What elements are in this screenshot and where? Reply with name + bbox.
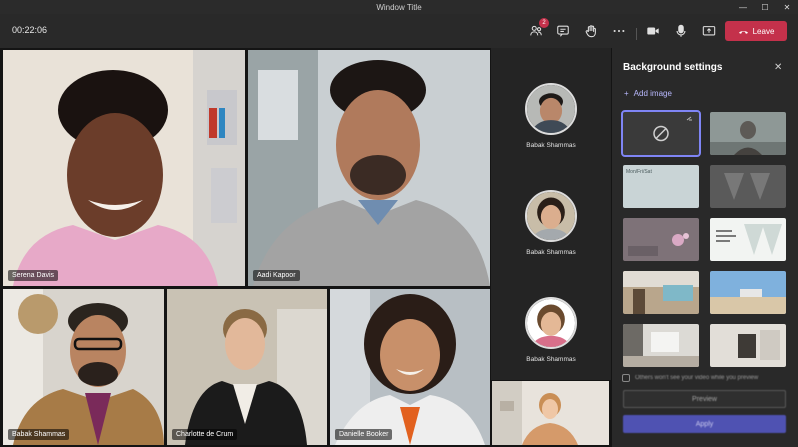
window-titlebar: Window Title — ☐ ✕ (0, 0, 798, 14)
video-tile-danielle[interactable]: Danielle Booker (330, 289, 490, 445)
more-actions-button[interactable] (608, 21, 630, 41)
video-tile-charlotte[interactable]: Charlotte de Crum (167, 289, 327, 445)
participant-video (3, 50, 245, 286)
blur-background-icon (710, 112, 786, 155)
add-image-button[interactable]: + Add image (624, 89, 672, 98)
add-image-label: Add image (633, 89, 672, 98)
avatar (525, 190, 577, 242)
close-window-button[interactable]: ✕ (776, 0, 798, 14)
background-option-blur[interactable] (710, 112, 786, 155)
participants-button[interactable]: 2 (525, 18, 549, 41)
share-icon (702, 26, 716, 36)
mirror-checkbox[interactable] (622, 374, 630, 382)
camera-icon (647, 27, 659, 35)
video-tile-aadi[interactable]: Aadi Kapoor (248, 50, 490, 286)
video-tile-serena[interactable]: Serena Davis (3, 50, 245, 286)
call-timer: 00:22:06 (12, 25, 48, 35)
roster-name: Babak Shammas (526, 249, 576, 256)
participant-video (3, 289, 164, 445)
window-title: Window Title (376, 2, 422, 12)
leave-button[interactable]: Leave (725, 21, 787, 41)
background-option-4[interactable] (710, 165, 786, 208)
roster-item[interactable]: Babak Shammas (491, 83, 611, 149)
no-background-icon (623, 112, 699, 155)
camera-button[interactable] (642, 21, 664, 41)
background-option-none[interactable] (621, 110, 701, 157)
chat-icon (557, 25, 569, 37)
thumbnail-label: Mon/Fri/Sat (626, 169, 652, 175)
meeting-toolbar: 00:22:06 2 Leave (0, 14, 798, 48)
mic-icon (676, 24, 686, 37)
more-icon (613, 29, 625, 33)
mirror-option-row: Others won't see your video while you pr… (622, 374, 790, 382)
minimize-button[interactable]: — (732, 0, 754, 14)
roster-name: Babak Shammas (526, 142, 576, 149)
avatar (525, 83, 577, 135)
participants-count-badge: 2 (539, 18, 549, 28)
video-tile-babak[interactable]: Babak Shammas (3, 289, 164, 445)
background-option-7[interactable] (623, 271, 699, 314)
roster-item[interactable]: Babak Shammas (491, 297, 611, 363)
avatar (525, 297, 577, 349)
leave-label: Leave (752, 26, 775, 36)
toolbar-divider (636, 28, 637, 40)
share-screen-button[interactable] (698, 21, 720, 41)
window-controls: — ☐ ✕ (732, 0, 798, 14)
phone-icon (738, 30, 748, 34)
roster-name: Babak Shammas (526, 356, 576, 363)
participant-name: Babak Shammas (8, 429, 70, 440)
background-option-6[interactable] (710, 218, 786, 261)
close-panel-button[interactable]: ✕ (774, 62, 782, 73)
participant-video (248, 50, 490, 286)
roster-item[interactable]: Babak Shammas (491, 190, 611, 256)
background-option-3[interactable]: Mon/Fri/Sat (623, 165, 699, 208)
maximize-button[interactable]: ☐ (754, 0, 776, 14)
raise-hand-button[interactable] (580, 21, 602, 41)
background-settings-panel: Background settings + Add image Mon/Fri/… (612, 48, 798, 447)
participant-roster: Babak Shammas Babak Shammas Babak Shamma… (491, 48, 611, 380)
self-view-video[interactable] (492, 381, 609, 445)
apply-button[interactable]: Apply (623, 415, 786, 433)
participant-video (167, 289, 327, 445)
plus-icon: + (624, 89, 629, 98)
microphone-button[interactable] (670, 21, 692, 41)
participant-video (330, 289, 490, 445)
participant-name: Charlotte de Crum (172, 429, 238, 440)
preview-button[interactable]: Preview (623, 390, 786, 408)
mirror-option-label: Others won't see your video while you pr… (635, 375, 759, 381)
raise-hand-icon (585, 25, 596, 38)
background-option-5[interactable] (623, 218, 699, 261)
background-option-8[interactable] (710, 271, 786, 314)
background-option-10[interactable] (710, 324, 786, 367)
background-option-9[interactable] (623, 324, 699, 367)
self-video (492, 381, 609, 445)
participant-name: Aadi Kapoor (253, 270, 300, 281)
participant-name: Serena Davis (8, 270, 59, 281)
panel-title: Background settings (623, 62, 723, 73)
chat-button[interactable] (552, 21, 574, 41)
participant-name: Danielle Booker (335, 429, 393, 440)
